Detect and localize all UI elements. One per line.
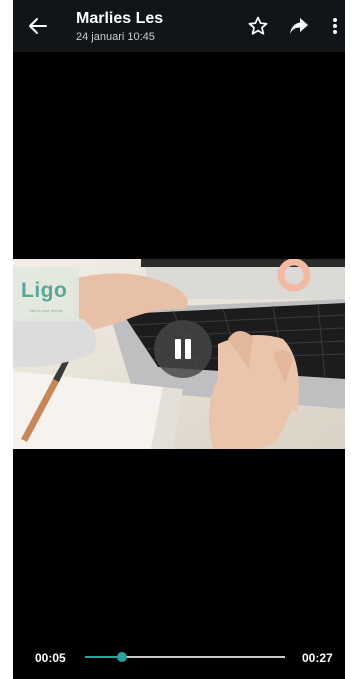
video-viewer-screen: Marlies Les 24 januari 10:45 Ligo Talk t… — [13, 0, 345, 679]
brand-logo-text: Ligo — [21, 279, 68, 302]
seek-bar[interactable] — [85, 652, 285, 662]
star-icon — [248, 16, 268, 35]
pause-icon-bar-right — [185, 339, 191, 359]
more-options-button[interactable] — [325, 15, 345, 37]
share-button[interactable] — [288, 15, 310, 37]
title-block: Marlies Les 24 januari 10:45 — [76, 9, 163, 44]
back-arrow-icon — [29, 18, 47, 34]
total-time: 00:27 — [302, 651, 333, 665]
seek-bar-thumb[interactable] — [117, 652, 127, 662]
current-time: 00:05 — [35, 651, 66, 665]
pause-button[interactable] — [154, 320, 212, 378]
pause-icon-bar-left — [175, 339, 181, 359]
share-icon — [290, 18, 308, 34]
sender-name: Marlies Les — [76, 10, 164, 27]
star-button[interactable] — [247, 15, 269, 37]
brand-logo-tagline: Talk to your friends — [29, 308, 63, 313]
top-app-bar: Marlies Les 24 januari 10:45 — [13, 0, 345, 52]
back-button[interactable] — [27, 15, 49, 37]
timestamp: 24 januari 10:45 — [76, 31, 155, 43]
more-vert-icon — [333, 18, 337, 34]
brand-logo: Ligo Talk to your friends — [13, 267, 79, 321]
